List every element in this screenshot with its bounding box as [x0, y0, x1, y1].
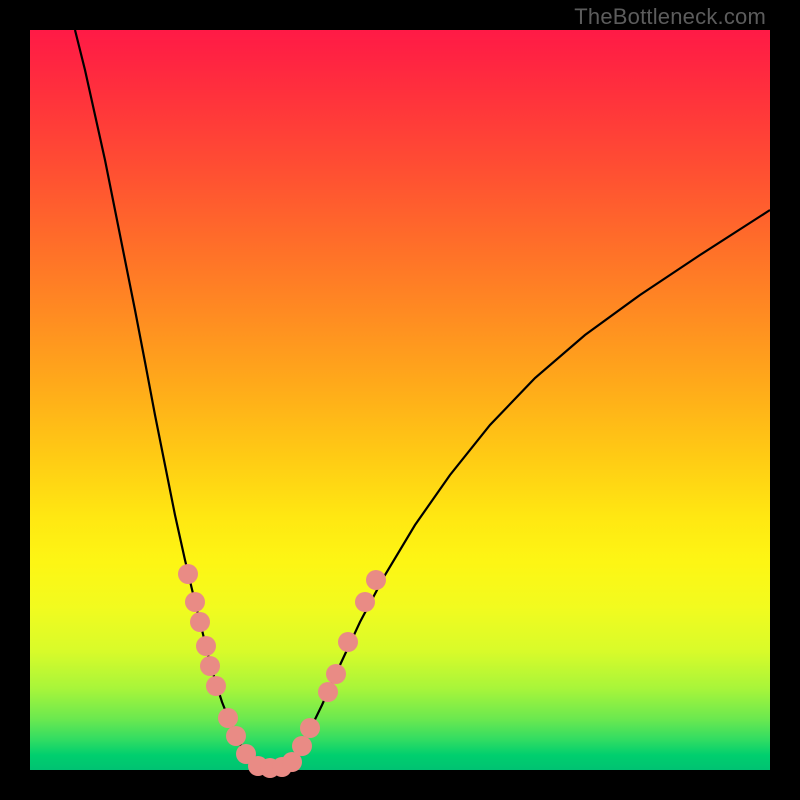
scatter-dot: [366, 570, 386, 590]
scatter-dot: [196, 636, 216, 656]
scatter-dot: [318, 682, 338, 702]
scatter-dots: [178, 564, 386, 778]
scatter-dot: [338, 632, 358, 652]
curve-svg: [30, 30, 770, 770]
scatter-dot: [218, 708, 238, 728]
scatter-dot: [326, 664, 346, 684]
scatter-dot: [355, 592, 375, 612]
scatter-dot: [178, 564, 198, 584]
scatter-dot: [190, 612, 210, 632]
scatter-dot: [200, 656, 220, 676]
scatter-dot: [300, 718, 320, 738]
bottleneck-curve: [75, 30, 770, 768]
plot-frame: [30, 30, 770, 770]
scatter-dot: [185, 592, 205, 612]
scatter-dot: [292, 736, 312, 756]
watermark-text: TheBottleneck.com: [574, 4, 766, 30]
scatter-dot: [226, 726, 246, 746]
scatter-dot: [206, 676, 226, 696]
